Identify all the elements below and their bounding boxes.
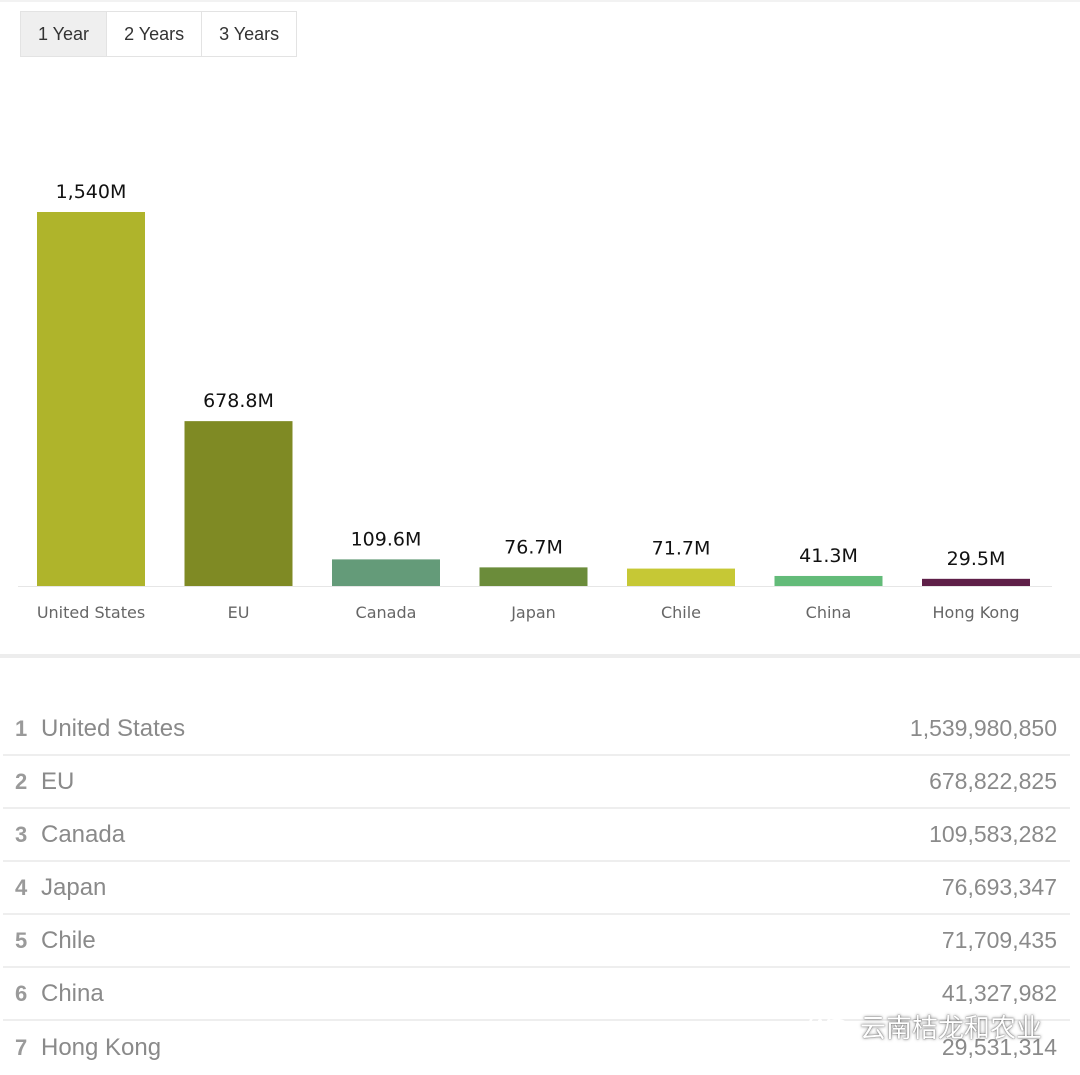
table-row: 5 Chile 71,709,435 bbox=[3, 915, 1070, 968]
category-label: EU bbox=[228, 603, 250, 622]
category-label: Hong Kong bbox=[933, 603, 1020, 622]
row-country: Hong Kong bbox=[41, 1033, 162, 1061]
row-country: Canada bbox=[41, 820, 126, 848]
row-value: 109,583,282 bbox=[929, 821, 1057, 847]
row-value: 1,539,980,850 bbox=[909, 715, 1057, 741]
table-row: 1 United States 1,539,980,850 bbox=[3, 703, 1070, 756]
data-label: 1,540M bbox=[56, 181, 127, 203]
row-rank: 1 bbox=[15, 715, 28, 741]
top-border bbox=[0, 0, 1080, 2]
row-value: 76,693,347 bbox=[941, 874, 1057, 900]
row-rank: 6 bbox=[15, 980, 28, 1006]
category-label: China bbox=[806, 603, 852, 622]
row-country: EU bbox=[41, 767, 75, 795]
row-country: United States bbox=[41, 714, 186, 742]
row-country: Chile bbox=[41, 926, 96, 954]
bar-eu[interactable] bbox=[184, 421, 293, 586]
row-value: 678,822,825 bbox=[929, 768, 1057, 794]
tab-2-years[interactable]: 2 Years bbox=[107, 12, 203, 56]
category-label: Canada bbox=[356, 603, 417, 622]
table-row: 2 EU 678,822,825 bbox=[3, 756, 1070, 809]
data-label: 41.3M bbox=[799, 545, 858, 567]
data-label: 109.6M bbox=[351, 528, 422, 550]
bar-chile[interactable] bbox=[627, 568, 735, 586]
bar-japan[interactable] bbox=[479, 567, 588, 586]
row-rank: 3 bbox=[15, 821, 28, 847]
row-country: China bbox=[41, 979, 104, 1007]
watermark-text: 云南桔龙和农业 bbox=[860, 1014, 1043, 1044]
data-label: 71.7M bbox=[652, 538, 711, 560]
category-label: Japan bbox=[510, 603, 556, 622]
row-value: 41,327,982 bbox=[941, 980, 1057, 1006]
row-rank: 5 bbox=[15, 927, 28, 953]
period-tabs: 1 Year 2 Years 3 Years bbox=[20, 11, 298, 57]
table-row: 3 Canada 109,583,282 bbox=[3, 809, 1070, 862]
tab-1-year[interactable]: 1 Year bbox=[21, 12, 108, 56]
bar-united-states[interactable] bbox=[37, 212, 145, 586]
watermark: 云南桔龙和农业 bbox=[808, 1008, 1042, 1045]
row-rank: 7 bbox=[15, 1034, 28, 1060]
bar-hong-kong[interactable] bbox=[922, 578, 1030, 586]
row-country: Japan bbox=[41, 873, 107, 901]
bar-canada[interactable] bbox=[332, 559, 440, 586]
row-rank: 2 bbox=[15, 768, 28, 794]
table-row: 4 Japan 76,693,347 bbox=[3, 862, 1070, 915]
category-label: United States bbox=[37, 603, 145, 622]
row-rank: 4 bbox=[15, 874, 28, 900]
wechat-icon bbox=[808, 1010, 851, 1041]
bar-china[interactable] bbox=[774, 575, 883, 586]
data-label: 76.7M bbox=[504, 536, 563, 558]
data-label: 29.5M bbox=[947, 548, 1006, 570]
bar-chart: 1,540M United States 678.8M EU 109.6M Canada 7… bbox=[18, 181, 1052, 622]
data-label: 678.8M bbox=[203, 390, 274, 412]
section-divider bbox=[0, 654, 1080, 658]
row-value: 71,709,435 bbox=[941, 927, 1057, 953]
tab-3-years[interactable]: 3 Years bbox=[202, 12, 296, 56]
category-label: Chile bbox=[661, 603, 701, 622]
